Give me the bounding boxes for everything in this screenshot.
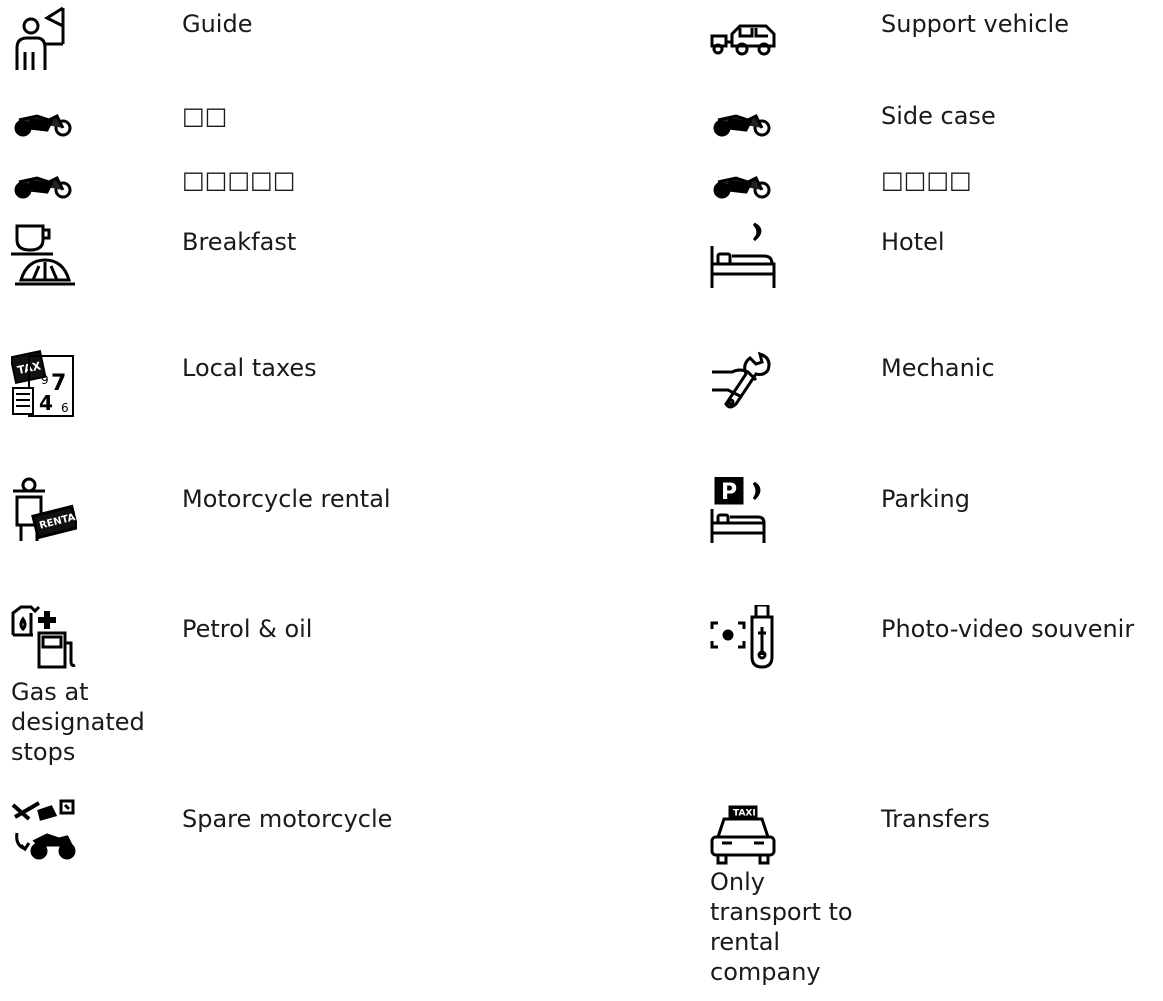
amenity-item-spare-motorcycle: Spare motorcycle	[11, 795, 571, 915]
amenity-label: Guide	[182, 10, 253, 38]
amenity-label: □□□□	[881, 166, 972, 194]
amenity-item-motorcycle-rental: RENTAL Motorcycle rental	[11, 475, 571, 595]
spare-motorcycle-icon	[11, 797, 83, 869]
amenity-note: Gas at designated stops	[11, 678, 145, 766]
amenity-label: Transfers	[881, 805, 991, 833]
amenity-label: Spare motorcycle	[182, 805, 393, 833]
amenity-item-local-taxes: TAX 9 7 4 6 Local taxes	[11, 344, 571, 464]
tax-calculator-icon: TAX 9 7 4 6	[11, 350, 83, 422]
amenity-label: Hotel	[881, 228, 945, 256]
amenity-label: Breakfast	[182, 228, 297, 256]
amenity-label: Motorcycle rental	[182, 485, 391, 513]
svg-text:4: 4	[39, 391, 53, 415]
amenity-item-hotel: Hotel	[710, 218, 1163, 338]
amenity-label: Side case	[881, 102, 996, 130]
parking-icon: P	[710, 477, 782, 549]
motorcycle-rental-icon: RENTAL	[11, 477, 83, 549]
amenity-item-mechanic: Mechanic	[710, 344, 1163, 464]
petrol-oil-icon	[11, 605, 83, 677]
amenity-note: Only transport to rental company	[710, 868, 853, 986]
coffee-croissant-icon	[11, 222, 83, 294]
amenity-item-transfers: TAXI Transfers Only transport to rental …	[710, 795, 1163, 986]
amenity-label: □□□□□	[182, 166, 296, 194]
hotel-bed-icon	[710, 222, 782, 294]
tour-guide-icon	[11, 4, 83, 76]
svg-text:P: P	[721, 480, 737, 505]
amenity-label: Local taxes	[182, 354, 317, 382]
amenity-label: Parking	[881, 485, 970, 513]
amenity-item-photo-video-souvenir: Photo-video souvenir	[710, 605, 1163, 725]
amenity-label: Mechanic	[881, 354, 995, 382]
amenity-item-breakfast: Breakfast	[11, 218, 571, 338]
usb-camera-icon	[710, 605, 782, 677]
svg-text:7: 7	[51, 371, 66, 396]
amenity-item-parking: P Parking	[710, 475, 1163, 595]
svg-text:TAXI: TAXI	[733, 809, 756, 819]
svg-text:6: 6	[61, 401, 69, 415]
amenity-label: Photo-video souvenir	[881, 615, 1135, 643]
amenity-label: □□	[182, 102, 228, 130]
amenity-item-petrol-oil: Petrol & oil Gas at designated stops	[11, 605, 571, 766]
svg-text:9: 9	[41, 373, 49, 387]
support-vehicle-icon	[710, 24, 782, 96]
mechanic-wrench-icon	[710, 350, 782, 422]
amenity-label: Petrol & oil	[182, 615, 313, 643]
amenity-label: Support vehicle	[881, 10, 1069, 38]
